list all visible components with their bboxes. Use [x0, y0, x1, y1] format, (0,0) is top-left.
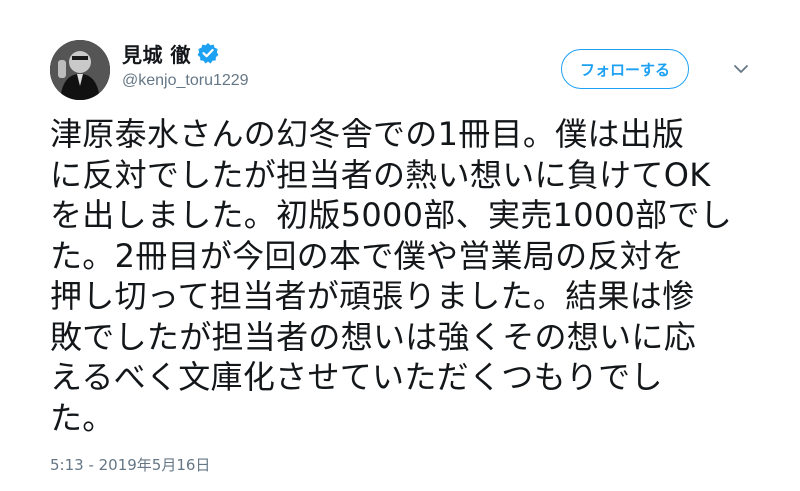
profile-photo-icon — [50, 40, 110, 100]
display-name[interactable]: 見城 徹 — [122, 39, 191, 68]
tweet-text-line: 敗でしたが担当者の想いは強くその想いに応 — [50, 317, 697, 356]
tweet-timestamp[interactable]: 5:13 - 2019年5月16日 — [50, 454, 210, 475]
tweet-text-line: た。2冊目が今回の本で僕や営業局の反対を — [50, 236, 685, 275]
name-row: 見城 徹 — [122, 39, 249, 68]
tweet-text: 津原泰水さんの幻冬舎での1冊目。僕は出版 に反対でしたが担当者の熱い想いに負けて… — [50, 114, 750, 438]
tweet-text-line: 津原泰水さんの幻冬舎での1冊目。僕は出版 — [50, 115, 685, 153]
tweet-header: 見城 徹 @kenjo_toru1229 フォローする — [50, 40, 760, 104]
tweet-text-line: 押し切って担当者が頑張りました。結果は惨 — [50, 277, 695, 315]
tweet-card: 見城 徹 @kenjo_toru1229 フォローする 津原泰水さんの幻冬舎での… — [0, 0, 800, 491]
tweet-text-line: えるべく文庫化させていただくつもりでし — [50, 358, 663, 396]
tweet-text-line: を出しました。初版5000部、実売1000部でし — [50, 196, 733, 234]
tweet-text-line: に反対でしたが担当者の熱い想いに負けてOK — [50, 155, 711, 194]
verified-badge-icon — [197, 42, 219, 64]
author-info: 見城 徹 @kenjo_toru1229 — [122, 40, 249, 90]
user-handle[interactable]: @kenjo_toru1229 — [122, 72, 249, 90]
follow-button[interactable]: フォローする — [561, 49, 689, 89]
avatar[interactable] — [50, 40, 110, 100]
chevron-down-icon[interactable] — [732, 60, 750, 78]
tweet-text-line: た。 — [50, 398, 115, 437]
